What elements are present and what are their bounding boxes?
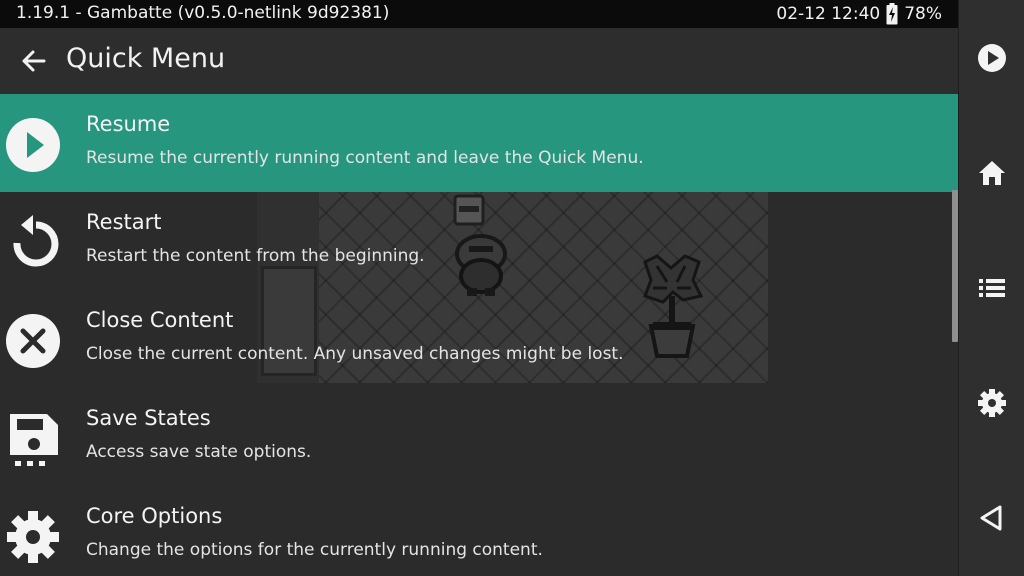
home-icon[interactable] (976, 157, 1008, 189)
back-icon[interactable] (976, 502, 1008, 534)
menu-item-save-states[interactable]: Save States Access save state options. (0, 388, 958, 486)
battery-percent: 78% (904, 4, 942, 24)
menu-item-close-content[interactable]: Close Content Close the current content.… (0, 290, 958, 388)
datetime: 02-12 12:40 (776, 4, 881, 24)
menu-item-label: Core Options (86, 504, 223, 528)
menu-item-description: Restart the content from the beginning. (86, 246, 425, 266)
resume-icon[interactable] (976, 42, 1008, 74)
menu-item-label: Close Content (86, 308, 234, 332)
menu-item-description: Close the current content. Any unsaved c… (86, 344, 624, 364)
menu-item-label: Restart (86, 210, 162, 234)
navigation-sidebar (958, 0, 1024, 576)
battery-charging-icon (886, 3, 898, 25)
status-right: 02-12 12:40 78% (776, 3, 942, 25)
window-title: 1.19.1 - Gambatte (v0.5.0-netlink 9d9238… (16, 3, 390, 23)
page-title: Quick Menu (66, 43, 226, 74)
menu-item-description: Access save state options. (86, 442, 312, 462)
menu-item-label: Resume (86, 112, 171, 136)
header: Quick Menu (0, 28, 958, 94)
restart-icon (13, 215, 59, 267)
status-bar: 1.19.1 - Gambatte (v0.5.0-netlink 9d9238… (0, 0, 958, 28)
menu-item-restart[interactable]: Restart Restart the content from the beg… (0, 192, 958, 290)
menu-item-description: Change the options for the currently run… (86, 540, 543, 560)
arrow-left-icon[interactable] (20, 48, 46, 74)
menu-item-core-options[interactable]: Core Options Change the options for the … (0, 486, 958, 576)
list-icon[interactable] (976, 272, 1008, 304)
settings-icon[interactable] (976, 387, 1008, 419)
menu-item-description: Resume the currently running content and… (86, 148, 644, 168)
save-icon (10, 414, 58, 466)
gear-icon (7, 511, 59, 563)
menu-item-resume[interactable]: Resume Resume the currently running cont… (0, 94, 958, 192)
quick-menu-content: Resume Resume the currently running cont… (0, 94, 958, 576)
play-circle-icon (6, 118, 60, 172)
close-circle-icon (6, 314, 60, 368)
menu-item-label: Save States (86, 406, 211, 430)
